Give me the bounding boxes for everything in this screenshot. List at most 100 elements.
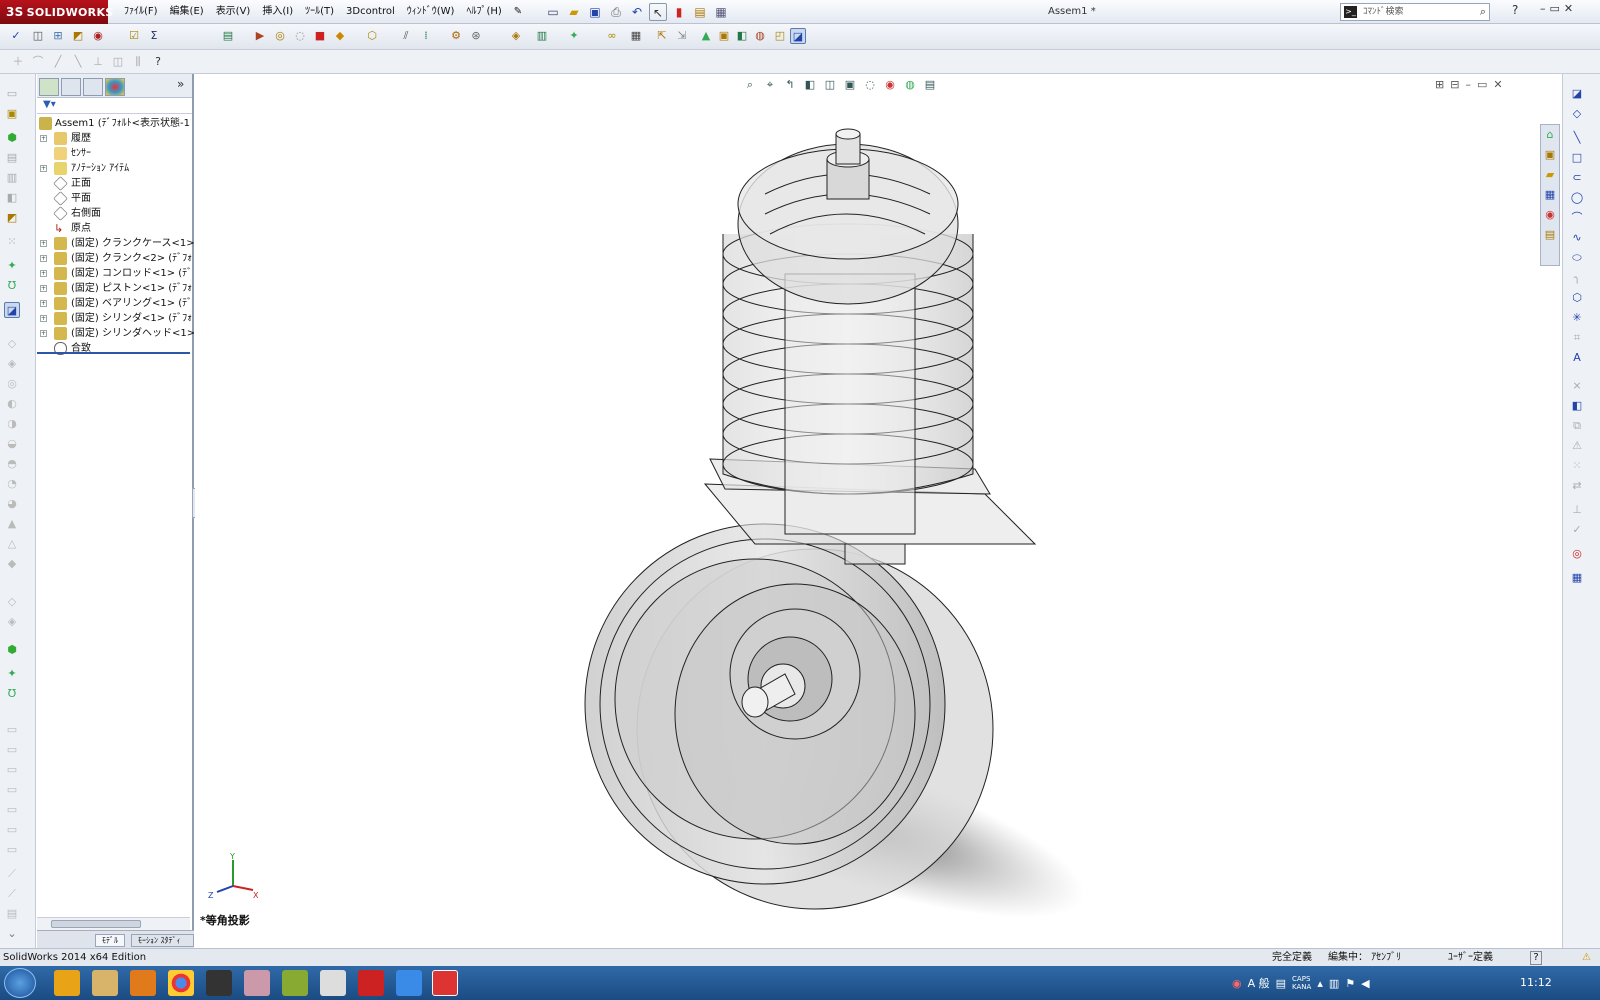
- app7-taskbar-icon[interactable]: [282, 970, 308, 996]
- left-tool-32-icon[interactable]: ▤: [4, 906, 20, 922]
- appearance-icon[interactable]: ■: [312, 28, 328, 44]
- reference-geometry-icon[interactable]: ✦: [566, 28, 582, 44]
- large-assembly-icon[interactable]: ▣: [716, 28, 732, 44]
- tab-configuration-manager-icon[interactable]: [83, 78, 103, 96]
- sketch-mirror-icon[interactable]: ⫼: [130, 54, 146, 70]
- polygon-icon[interactable]: ⬡: [1569, 290, 1585, 306]
- costing-icon[interactable]: ▤: [220, 28, 236, 44]
- menu-view[interactable]: 表示(V): [210, 0, 257, 24]
- sketch-offset-icon[interactable]: ◫: [110, 54, 126, 70]
- assembly-features-icon[interactable]: ▥: [534, 28, 550, 44]
- open-folder-icon[interactable]: ▰: [565, 3, 583, 21]
- repair-sketch-icon[interactable]: ✓: [1569, 522, 1585, 538]
- equations-icon[interactable]: Σ: [146, 28, 162, 44]
- insert-component-icon[interactable]: ⬡: [364, 28, 380, 44]
- instant3d-icon[interactable]: ▲: [698, 28, 714, 44]
- hole-alignment-icon[interactable]: ◌: [292, 28, 308, 44]
- left-tool-19-icon[interactable]: ◆: [4, 556, 20, 572]
- left-tool-11-icon[interactable]: ◐: [4, 396, 20, 412]
- tree-item-crankcase[interactable]: + (固定) クランクケース<1>: [37, 236, 194, 251]
- render-icon[interactable]: ◆: [332, 28, 348, 44]
- search-icon[interactable]: ⌕: [1480, 4, 1486, 20]
- sketch-point-icon[interactable]: ＋: [10, 54, 26, 70]
- new-motion-study-icon[interactable]: ∞: [604, 28, 620, 44]
- ime-indicator[interactable]: A 般: [1248, 975, 1270, 991]
- left-tool-16-icon[interactable]: ◕: [4, 496, 20, 512]
- rollback-bar[interactable]: [37, 352, 190, 354]
- solidworks-logo[interactable]: 3S SOLIDWORKS: [0, 0, 113, 24]
- rapid-sketch-icon[interactable]: ▦: [1569, 570, 1585, 586]
- left-tool-28-icon[interactable]: ▭: [4, 822, 20, 838]
- network-icon[interactable]: ▥: [1329, 977, 1339, 990]
- tab-model[interactable]: ﾓﾃﾞﾙ: [95, 934, 125, 947]
- start-button-icon[interactable]: [4, 968, 36, 998]
- checklist-icon[interactable]: ☑: [126, 28, 142, 44]
- move-entities-icon[interactable]: ⇄: [1569, 478, 1585, 494]
- tree-item-conrod[interactable]: + (固定) コンロッド<1> (ﾃﾞ: [37, 266, 194, 281]
- smart-fasteners-icon[interactable]: ⚙: [448, 28, 464, 44]
- left-tool-13-icon[interactable]: ◒: [4, 436, 20, 452]
- left-curves-icon[interactable]: Ʊ: [4, 278, 20, 294]
- section-properties-icon[interactable]: ◩: [70, 28, 86, 44]
- print-icon[interactable]: ⎙: [607, 3, 625, 21]
- line-icon[interactable]: ╲: [1569, 130, 1585, 146]
- smart-dimension-icon[interactable]: ◇: [1569, 106, 1585, 122]
- pin-icon[interactable]: ✎: [508, 0, 528, 24]
- sketch-trim-icon[interactable]: ⊥: [90, 54, 106, 70]
- tray-expand-icon[interactable]: ▴: [1317, 977, 1323, 990]
- left-tool-18-icon[interactable]: △: [4, 536, 20, 552]
- close-icon[interactable]: ✕: [1564, 2, 1573, 15]
- tree-item-crank[interactable]: + (固定) クランク<2> (ﾃﾞﾌｫ: [37, 251, 194, 266]
- bill-of-materials-icon[interactable]: ▦: [628, 28, 644, 44]
- left-tool-30-icon[interactable]: ⟋: [4, 866, 20, 882]
- chrome-taskbar-icon[interactable]: [168, 970, 194, 996]
- left-tool-8-icon[interactable]: ◇: [4, 336, 20, 352]
- left-tool-15-icon[interactable]: ◔: [4, 476, 20, 492]
- tree-item-right-plane[interactable]: 右側面: [37, 206, 194, 221]
- restore-icon[interactable]: ▭: [1550, 2, 1560, 15]
- sketch-spline-icon[interactable]: ╲: [70, 54, 86, 70]
- toolbox-icon[interactable]: ◰: [772, 28, 788, 44]
- left-tool-1-icon[interactable]: ▭: [4, 86, 20, 102]
- outlook-taskbar-icon[interactable]: [54, 970, 80, 996]
- left-tool-9-icon[interactable]: ◈: [4, 356, 20, 372]
- engine-assembly-model[interactable]: [195, 74, 1540, 930]
- tree-item-history[interactable]: + 履歴: [37, 131, 194, 146]
- paint-taskbar-icon[interactable]: [244, 970, 270, 996]
- appearances-icon[interactable]: ◉: [1542, 207, 1558, 223]
- text-icon[interactable]: A: [1569, 350, 1585, 366]
- offset-entities-icon[interactable]: ⧉: [1569, 418, 1585, 434]
- left-sketch-icon[interactable]: ◪: [4, 302, 20, 318]
- command-search-input[interactable]: >_ ｺﾏﾝﾄﾞ検索 ⌕: [1340, 3, 1490, 21]
- left-expand-icon[interactable]: ⌄: [4, 926, 20, 942]
- custom-properties-icon[interactable]: ▤: [1542, 227, 1558, 243]
- options-icon[interactable]: ▦: [712, 3, 730, 21]
- left-tool-10-icon[interactable]: ◎: [4, 376, 20, 392]
- help-icon[interactable]: ?: [1512, 3, 1518, 17]
- expand-icon[interactable]: +: [40, 270, 47, 277]
- file-explorer-icon[interactable]: ▰: [1542, 167, 1558, 183]
- save-icon[interactable]: ▣: [586, 3, 604, 21]
- interference-icon[interactable]: ▶: [252, 28, 268, 44]
- convert-entities-icon[interactable]: ◧: [1569, 398, 1585, 414]
- left-tool-24-icon[interactable]: ▭: [4, 742, 20, 758]
- console-taskbar-icon[interactable]: [206, 970, 232, 996]
- speedpak-icon[interactable]: ◧: [734, 28, 750, 44]
- crankshaft[interactable]: [729, 608, 861, 740]
- point-icon[interactable]: ✳: [1569, 310, 1585, 326]
- left-tool-21-icon[interactable]: ◈: [4, 614, 20, 630]
- left-tool-3-icon[interactable]: ⬢: [4, 130, 20, 146]
- notepad-taskbar-icon[interactable]: [320, 970, 346, 996]
- expand-icon[interactable]: +: [40, 240, 47, 247]
- menu-tools[interactable]: ﾂｰﾙ(T): [299, 0, 340, 24]
- left-tool-31-icon[interactable]: ⟋: [4, 886, 20, 902]
- left-pattern-icon[interactable]: ⁙: [4, 234, 20, 250]
- left-tool-26-icon[interactable]: ▭: [4, 782, 20, 798]
- tab-motion-study[interactable]: ﾓｰｼｮﾝ ｽﾀﾃﾞｨ 1: [131, 934, 194, 957]
- sketch-line-icon[interactable]: ╱: [50, 54, 66, 70]
- tray-app-icon[interactable]: ◉: [1232, 977, 1242, 990]
- tree-item-cylinder[interactable]: + (固定) シリンダ<1> (ﾃﾞﾌｫ: [37, 311, 194, 326]
- scroll-thumb[interactable]: [51, 920, 141, 928]
- show-hidden-icon[interactable]: ◈: [508, 28, 524, 44]
- ellipse-icon[interactable]: ⬭: [1569, 250, 1585, 266]
